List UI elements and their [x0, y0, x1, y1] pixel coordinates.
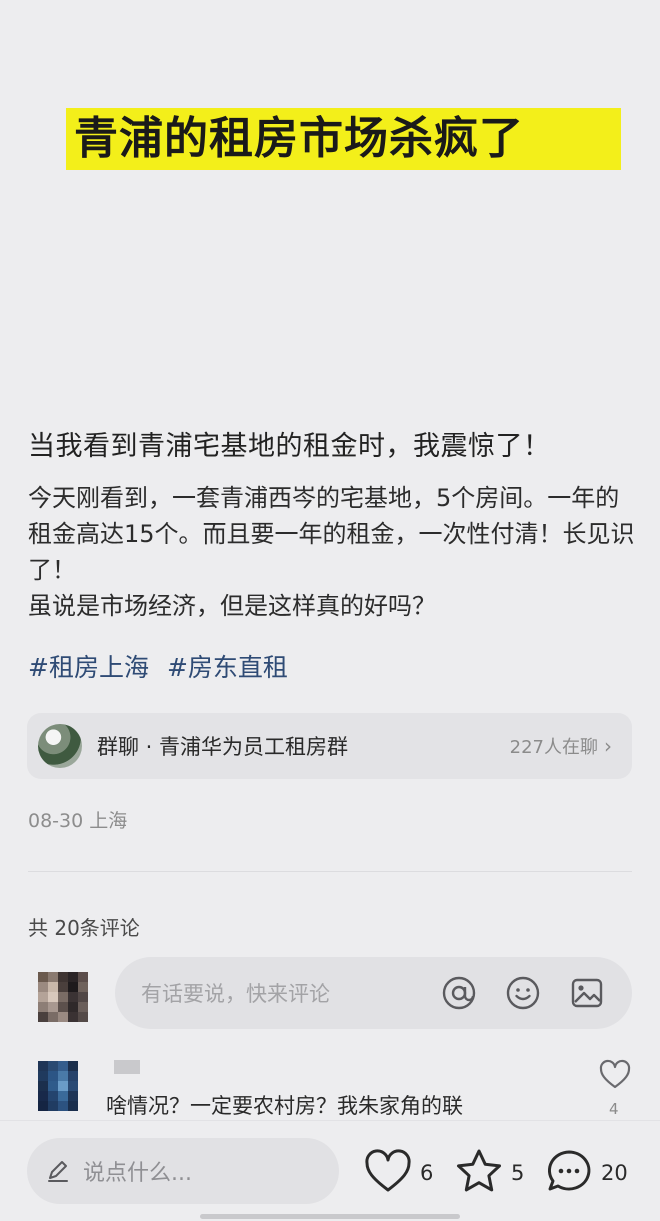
post-body-paragraph: 虽说是市场经济，但是这样真的好吗？ — [28, 592, 436, 620]
comment-count: 共 20条评论 — [28, 916, 140, 940]
tag-link[interactable]: #房东直租 — [167, 648, 288, 688]
post-body: 今天刚看到，一套青浦西岑的宅基地，5个房间。一年的租金高达15个。而且要一年的租… — [28, 480, 638, 624]
post-heading: 当我看到青浦宅基地的租金时，我震惊了！ — [28, 431, 551, 462]
home-indicator — [200, 1214, 460, 1219]
post-body-paragraph: 今天刚看到，一套青浦西岑的宅基地，5个房间。一年的租金高达15个。而且要一年的租… — [28, 484, 635, 584]
favorite-button[interactable]: 5 — [455, 1148, 524, 1198]
group-avatar — [38, 724, 82, 768]
like-button[interactable]: 6 — [364, 1148, 433, 1198]
pencil-icon — [45, 1158, 71, 1184]
emoji-icon[interactable] — [504, 974, 542, 1012]
avatar — [38, 972, 88, 1022]
hero-banner: 青浦的租房市场杀疯了 — [0, 0, 660, 410]
comment-text: 啥情况？一定要农村房？我朱家角的联 — [106, 1094, 463, 1118]
bottom-action-bar: 说点什么... 6 5 20 — [0, 1120, 660, 1221]
group-chat-name: 群聊 · 青浦华为员工租房群 — [97, 735, 349, 759]
heart-icon — [364, 1148, 412, 1198]
group-chat-card[interactable]: 群聊 · 青浦华为员工租房群 227人在聊 › — [27, 713, 632, 779]
comment-count-badge: 20 — [601, 1161, 628, 1185]
tag-list: #租房上海 #房东直租 — [28, 648, 288, 688]
avatar[interactable] — [38, 1061, 88, 1111]
favorite-count: 5 — [511, 1161, 525, 1185]
chevron-right-icon: › — [604, 734, 612, 758]
comment-input[interactable]: 有话要说，快来评论 — [115, 957, 632, 1029]
comment-button[interactable]: 20 — [545, 1148, 628, 1198]
divider — [28, 871, 632, 872]
chat-bubble-icon — [545, 1148, 593, 1198]
comment-input-placeholder: 说点什么... — [83, 1161, 192, 1186]
post-date-location: 08-30 上海 — [28, 810, 128, 832]
comment-like-count: 4 — [609, 1100, 619, 1118]
at-icon[interactable] — [440, 974, 478, 1012]
star-icon — [455, 1148, 503, 1198]
tag-link[interactable]: #租房上海 — [28, 648, 149, 688]
commenter-name — [114, 1060, 140, 1074]
image-icon[interactable] — [568, 974, 606, 1012]
comment-input-placeholder: 有话要说，快来评论 — [141, 982, 330, 1006]
group-online-count: 227人在聊 — [509, 737, 598, 758]
like-count: 6 — [420, 1161, 434, 1185]
heart-icon[interactable] — [598, 1058, 632, 1092]
comment-input[interactable]: 说点什么... — [27, 1138, 339, 1204]
hero-title: 青浦的租房市场杀疯了 — [66, 108, 621, 170]
